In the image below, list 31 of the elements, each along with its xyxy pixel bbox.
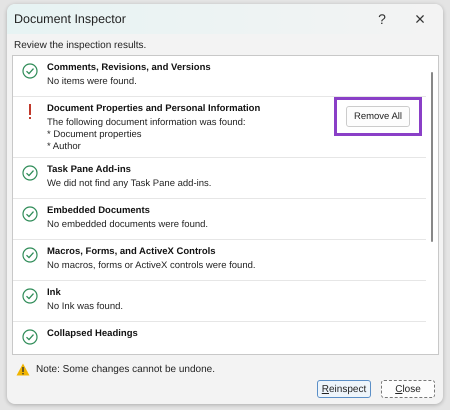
result-text: * Author [47, 141, 82, 153]
result-text: We did not find any Task Pane add-ins. [47, 178, 212, 190]
result-title: Task Pane Add-ins [47, 164, 132, 175]
close-button[interactable]: × [405, 8, 435, 30]
result-title: Macros, Forms, and ActiveX Controls [47, 246, 217, 257]
check-circle-icon [22, 206, 38, 222]
note-text: Note: Some changes cannot be undone. [36, 364, 216, 375]
instruction-text: Review the inspection results. [14, 40, 148, 51]
result-text: * Document properties [47, 129, 143, 141]
dialog-button[interactable]: Reinspect [317, 380, 371, 398]
result-title: Comments, Revisions, and Versions [47, 62, 212, 73]
result-title: Document Properties and Personal Information [47, 103, 262, 114]
help-button[interactable]: ? [367, 11, 397, 27]
result-text: No items were found. [47, 76, 138, 88]
result-title: Embedded Documents [47, 205, 151, 216]
result-text: No macros, forms or ActiveX controls were found. [47, 260, 257, 272]
result-title: Ink [47, 287, 62, 298]
result-text: No Ink was found. [47, 301, 124, 313]
check-circle-icon [22, 288, 38, 304]
check-circle-icon [22, 247, 38, 263]
dialog-button[interactable]: Close [381, 380, 435, 398]
remove-all-button[interactable]: Remove All [346, 106, 410, 127]
result-title: Collapsed Headings [47, 328, 139, 339]
check-circle-icon [22, 63, 38, 79]
result-text: The following document information was found: [47, 117, 247, 129]
check-circle-icon [22, 165, 38, 181]
exclamation-icon [28, 104, 32, 120]
check-circle-icon [22, 329, 38, 345]
result-text: No embedded documents were found. [47, 219, 210, 231]
window-title: Document Inspector [14, 12, 127, 26]
warning-icon [16, 363, 30, 376]
